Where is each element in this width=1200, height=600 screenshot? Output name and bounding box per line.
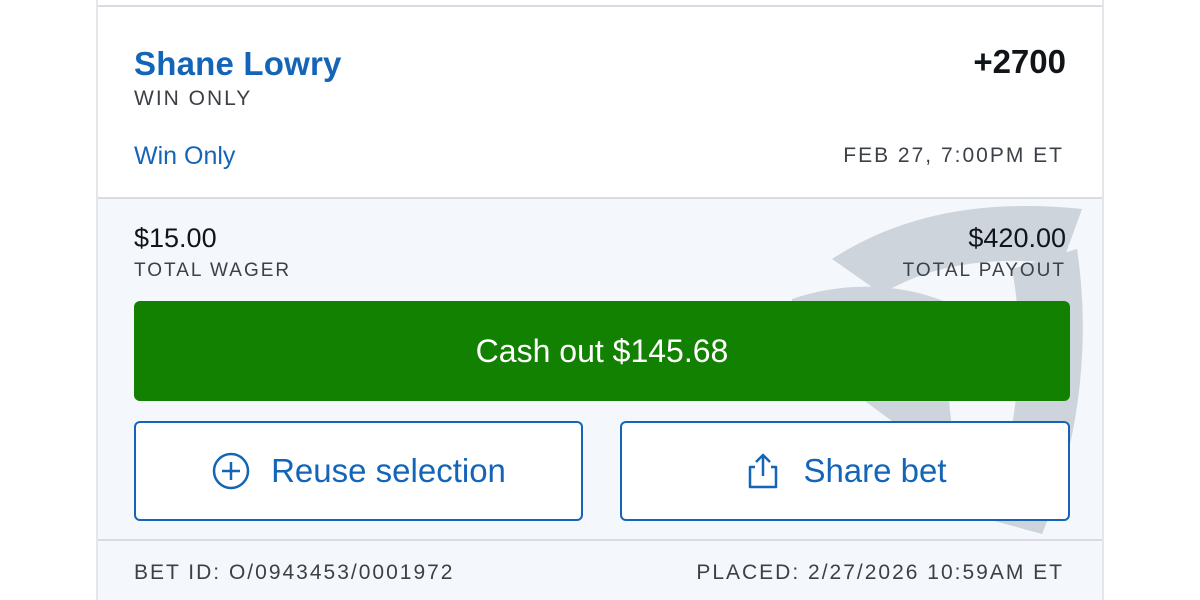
runner-name[interactable]: Shane Lowry xyxy=(134,45,342,83)
bet-id: BET ID: O/0943453/0001972 xyxy=(134,561,455,584)
wager-section: $15.00 TOTAL WAGER $420.00 TOTAL PAYOUT … xyxy=(98,199,1102,539)
share-bet-label: Share bet xyxy=(803,452,947,489)
placed-timestamp: PLACED: 2/27/2026 10:59AM ET xyxy=(696,561,1064,584)
odds: +2700 xyxy=(973,43,1066,80)
event-time: FEB 27, 7:00PM ET xyxy=(843,144,1064,167)
selection-section: Shane Lowry +2700 WIN ONLY Win Only FEB … xyxy=(98,7,1102,198)
plus-circle-icon xyxy=(211,451,251,491)
total-wager-amount: $15.00 xyxy=(134,223,217,253)
reuse-selection-label: Reuse selection xyxy=(271,452,506,489)
total-payout-label: TOTAL PAYOUT xyxy=(902,260,1066,281)
total-payout-amount: $420.00 xyxy=(968,223,1066,253)
cash-out-label: Cash out $145.68 xyxy=(475,332,729,369)
share-bet-button[interactable]: Share bet xyxy=(620,421,1070,521)
market-type: WIN ONLY xyxy=(134,87,253,110)
bet-card: Shane Lowry +2700 WIN ONLY Win Only FEB … xyxy=(96,0,1104,600)
bet-footer: BET ID: O/0943453/0001972 PLACED: 2/27/2… xyxy=(98,541,1102,600)
market-link[interactable]: Win Only xyxy=(134,142,235,171)
cash-out-button[interactable]: Cash out $145.68 xyxy=(134,301,1070,401)
share-icon xyxy=(743,451,783,491)
total-wager-label: TOTAL WAGER xyxy=(134,260,292,281)
reuse-selection-button[interactable]: Reuse selection xyxy=(134,421,583,521)
